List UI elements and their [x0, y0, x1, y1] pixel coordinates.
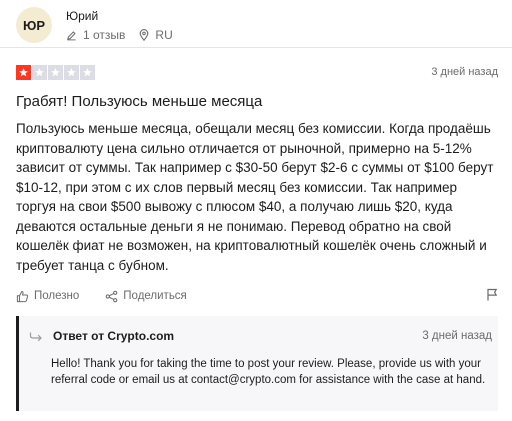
star-rating: [16, 64, 96, 80]
useful-button[interactable]: Полезно: [16, 290, 79, 303]
review-card: ЮР Юрий 1 отзыв RU 3 дней назад Грабят! …: [0, 0, 512, 421]
star-icon: [48, 64, 63, 80]
flag-icon: [487, 288, 498, 301]
country-code: RU: [155, 28, 173, 42]
star-icon: [80, 64, 95, 80]
reply-arrow-icon: [29, 332, 42, 342]
reply-title: Ответ от Crypto.com: [53, 329, 175, 343]
review-date: 3 дней назад: [431, 66, 498, 78]
reviewer-header: ЮР Юрий 1 отзыв RU: [16, 4, 187, 46]
useful-label: Полезно: [34, 290, 80, 302]
reviewer-name[interactable]: Юрий: [66, 8, 187, 24]
share-button[interactable]: Поделиться: [105, 290, 187, 303]
share-label: Поделиться: [123, 290, 187, 302]
review-title[interactable]: Грабят! Пользуюсь меньше месяца: [16, 92, 262, 112]
thumbs-up-icon: [16, 290, 29, 302]
reply-date: 3 дней назад: [422, 330, 492, 342]
reviews-count-text: 1 отзыв: [83, 28, 126, 42]
reviewer-stats: 1 отзыв RU: [66, 28, 187, 42]
star-icon: [16, 64, 31, 80]
star-icon: [32, 64, 47, 80]
avatar[interactable]: ЮР: [16, 7, 52, 43]
company-reply: Ответ от Crypto.com 3 дней назад Hello! …: [16, 316, 498, 411]
review-actions: Полезно Поделиться: [16, 288, 498, 304]
report-button[interactable]: [486, 288, 498, 306]
reviewer-meta: Юрий 1 отзыв RU: [66, 8, 187, 42]
location-pin-icon: [140, 29, 149, 41]
reply-text: Hello! Thank you for taking the time to …: [51, 358, 486, 386]
star-icon: [64, 64, 79, 80]
review-body: Пользуюсь меньше месяца, обещали месяц б…: [16, 121, 494, 273]
header-divider: [0, 47, 512, 48]
reviewer-location: RU: [139, 28, 173, 42]
rating-row: 3 дней назад: [16, 64, 498, 80]
reviews-count: 1 отзыв: [66, 28, 125, 42]
reply-header: Ответ от Crypto.com 3 дней назад: [29, 329, 492, 343]
reply-title-wrap: Ответ от Crypto.com: [29, 329, 174, 343]
share-icon: [105, 290, 118, 302]
pencil-icon: [67, 30, 76, 40]
